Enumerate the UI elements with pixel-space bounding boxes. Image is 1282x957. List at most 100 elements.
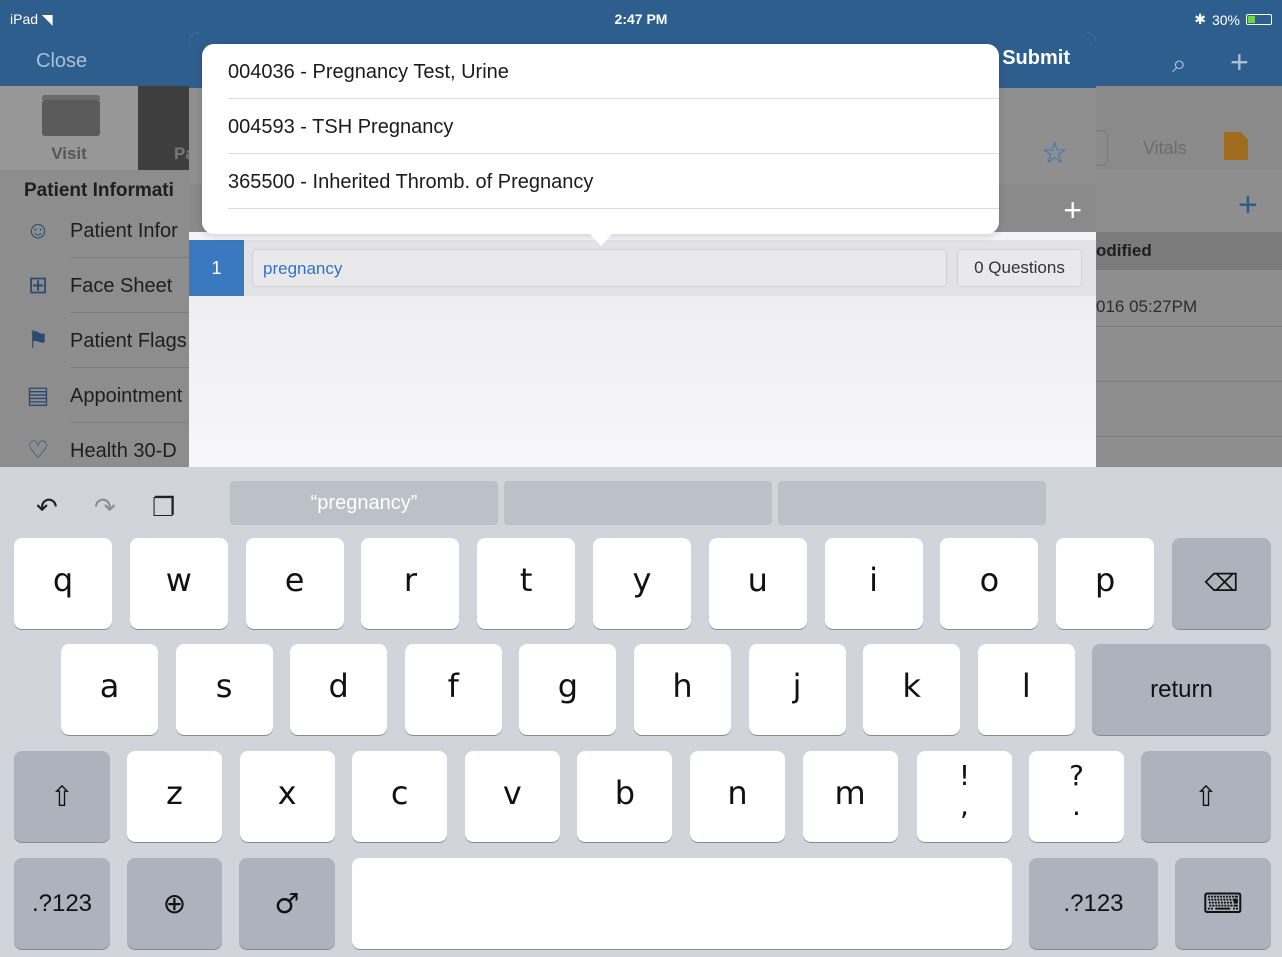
bluetooth-icon: ✱	[1194, 11, 1206, 27]
question-key[interactable]: ? .	[1029, 751, 1124, 842]
plus-icon[interactable]: +	[1230, 44, 1249, 81]
key-label: o	[979, 561, 1000, 599]
key-a[interactable]: a	[61, 644, 158, 735]
key-s[interactable]: s	[175, 644, 273, 735]
submit-button[interactable]: Submit	[1002, 47, 1070, 70]
key-label: u	[747, 561, 768, 599]
key-o[interactable]: o	[940, 538, 1039, 629]
divider	[1096, 326, 1282, 327]
key-h[interactable]: h	[634, 644, 731, 735]
key-k[interactable]: k	[863, 644, 961, 735]
suggestion-item[interactable]: 004036 - Pregnancy Test, Urine	[228, 44, 999, 99]
delete-key[interactable]: ⌫	[1172, 538, 1271, 629]
redo-icon[interactable]: ↷	[94, 492, 116, 523]
key-u[interactable]: u	[708, 538, 807, 629]
prediction-3[interactable]	[778, 481, 1046, 525]
key-label: l	[1021, 667, 1031, 705]
key-m[interactable]: m	[802, 751, 898, 842]
suggestion-item[interactable]: 004593 - TSH Pregnancy	[228, 99, 999, 154]
return-key[interactable]: return	[1092, 644, 1271, 735]
battery-fill	[1248, 16, 1256, 23]
key-d[interactable]: d	[290, 644, 388, 735]
sidebar-item-appointments[interactable]: ▤ Appointment	[0, 368, 190, 423]
key-e[interactable]: e	[245, 538, 344, 629]
key-b[interactable]: b	[577, 751, 673, 842]
key-bottom-char: ,	[960, 789, 969, 822]
key-c[interactable]: c	[352, 751, 448, 842]
key-label: k	[902, 667, 921, 705]
globe-key[interactable]: ⊕	[127, 858, 222, 949]
divider	[1096, 381, 1282, 382]
key-z[interactable]: z	[127, 751, 222, 842]
key-l[interactable]: l	[977, 644, 1075, 735]
key-x[interactable]: x	[239, 751, 335, 842]
key-label: e	[284, 561, 305, 599]
key-label: r	[403, 561, 417, 599]
microphone-icon: ♂	[274, 887, 300, 920]
tab-patient[interactable]: Pa	[138, 86, 195, 170]
flag-icon: ⚑	[27, 327, 49, 354]
on-screen-keyboard: ↶ ↷ ❐ “pregnancy” ⌫ return ⇧ ! , ? . ⇧ .…	[0, 467, 1282, 957]
sidebar-item-patient-info[interactable]: ☺ Patient Infor	[0, 203, 190, 258]
order-search-input[interactable]: pregnancy	[252, 249, 947, 287]
key-label: n	[727, 774, 748, 812]
sidebar-item-label: Appointment	[70, 385, 183, 407]
space-key[interactable]	[352, 858, 1012, 949]
undo-icon[interactable]: ↶	[36, 492, 58, 523]
key-f[interactable]: f	[404, 644, 502, 735]
key-j[interactable]: j	[748, 644, 846, 735]
numbers-key-left[interactable]: .?123	[14, 858, 110, 949]
shift-left-key[interactable]: ⇧	[14, 751, 110, 842]
key-t[interactable]: t	[477, 538, 576, 629]
questions-button[interactable]: 0 Questions	[957, 249, 1082, 287]
numbers-key-right[interactable]: .?123	[1029, 858, 1158, 949]
prediction-1[interactable]: “pregnancy”	[230, 481, 498, 525]
tab-visit[interactable]: Visit	[0, 86, 138, 170]
add-record-icon[interactable]: +	[1238, 186, 1258, 225]
row-number: 1	[189, 240, 244, 296]
add-row-icon[interactable]: +	[1063, 192, 1082, 229]
tab-vitals[interactable]: Vitals	[1143, 138, 1187, 159]
close-button[interactable]: Close	[36, 50, 87, 73]
shift-icon: ⇧	[1194, 780, 1218, 813]
document-icon[interactable]	[1224, 132, 1248, 160]
key-label: j	[792, 667, 802, 705]
key-p[interactable]: p	[1056, 538, 1155, 629]
search-icon[interactable]: ⌕	[1172, 48, 1187, 80]
key-n[interactable]: n	[690, 751, 785, 842]
order-row: 1 pregnancy 0 Questions	[189, 240, 1096, 296]
calendar-icon: ▤	[26, 382, 50, 409]
modified-date: 016 05:27PM	[1096, 297, 1198, 316]
key-label: b	[614, 774, 636, 812]
key-q[interactable]: q	[14, 538, 112, 629]
paste-icon[interactable]: ❐	[152, 492, 175, 523]
key-label: f	[447, 667, 459, 705]
key-label: z	[166, 774, 183, 812]
key-label: m	[834, 774, 866, 812]
key-y[interactable]: y	[593, 538, 691, 629]
globe-icon: ⊕	[162, 887, 187, 920]
shift-right-key[interactable]: ⇧	[1141, 751, 1271, 842]
key-top-char: ?	[1069, 759, 1084, 792]
person-icon: ☺	[25, 217, 51, 244]
key-v[interactable]: v	[464, 751, 560, 842]
prediction-2[interactable]	[504, 481, 772, 525]
key-label: t	[519, 561, 533, 599]
hide-keyboard-key[interactable]: ⌨	[1175, 858, 1271, 949]
status-right: ✱ 30%	[1194, 11, 1272, 28]
key-label: v	[502, 774, 522, 812]
suggestion-item[interactable]: 365500 - Inherited Thromb. of Pregnancy	[228, 154, 999, 209]
backspace-icon: ⌫	[1204, 569, 1239, 597]
key-i[interactable]: i	[824, 538, 923, 629]
dictation-key[interactable]: ♂	[239, 858, 335, 949]
key-r[interactable]: r	[361, 538, 460, 629]
key-label: p	[1095, 561, 1116, 599]
sidebar-item-patient-flags[interactable]: ⚑ Patient Flags	[0, 313, 190, 368]
sidebar-item-face-sheet[interactable]: ⊞ Face Sheet	[0, 258, 190, 313]
key-w[interactable]: w	[129, 538, 228, 629]
key-g[interactable]: g	[519, 644, 617, 735]
column-header-label: odified	[1096, 241, 1152, 260]
battery-percent: 30%	[1211, 11, 1240, 28]
exclamation-key[interactable]: ! ,	[917, 751, 1012, 842]
star-icon[interactable]: ☆	[1041, 136, 1068, 171]
